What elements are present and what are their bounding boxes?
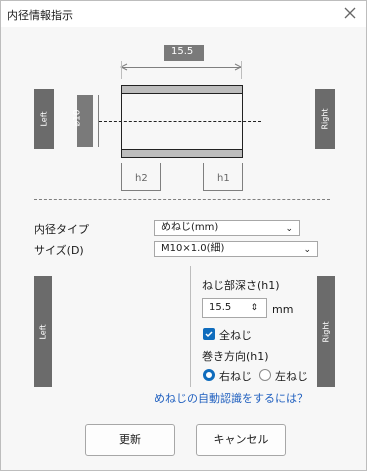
pipe-top-band — [121, 85, 243, 94]
size-label: サイズ(D) — [34, 244, 84, 257]
left-panel: Left — [34, 276, 52, 387]
right-panel: Right — [317, 276, 335, 387]
titlebar: 内径情報指示 — [1, 1, 366, 27]
stepper-arrows-icon: ⇕ — [250, 303, 258, 313]
full-thread-checkbox[interactable] — [203, 328, 215, 340]
type-value: めねじ(mm) — [161, 222, 219, 233]
left-side-label: Left — [34, 89, 54, 149]
check-icon — [205, 331, 213, 338]
auto-detect-help-link[interactable]: めねじの自動認識をするには？ — [154, 390, 308, 406]
direction-label: 巻き方向(h1) — [202, 350, 269, 363]
panel-divider — [190, 266, 191, 387]
h2-label: h2 — [135, 173, 148, 184]
right-thread-label: 右ねじ — [219, 370, 252, 383]
size-select[interactable]: M10×1.0(細) ⌄ — [154, 241, 318, 257]
depth-label: ねじ部深さ(h1) — [202, 279, 280, 292]
diagram: Left Right 15.5 ⌀10 h2 h1 — [1, 27, 366, 202]
update-button[interactable]: 更新 — [85, 424, 175, 456]
h1-label: h1 — [217, 173, 230, 184]
diameter-value: ⌀10 — [72, 109, 83, 127]
type-label: 内径タイプ — [34, 223, 89, 236]
length-dimension-line — [121, 67, 241, 68]
pipe-bottom-band — [121, 149, 243, 158]
type-select[interactable]: めねじ(mm) ⌄ — [154, 220, 300, 236]
full-thread-label: 全ねじ — [219, 329, 252, 342]
separator-line — [34, 199, 330, 200]
depth-unit: mm — [272, 303, 294, 316]
chevron-down-icon: ⌄ — [285, 224, 293, 234]
cancel-button[interactable]: キャンセル — [196, 424, 286, 456]
right-side-label: Right — [315, 89, 335, 149]
left-extension-line — [121, 61, 122, 79]
depth-stepper[interactable]: 15.5 ⇕ — [202, 298, 267, 318]
size-value: M10×1.0(細) — [161, 243, 225, 254]
close-icon[interactable] — [342, 5, 358, 21]
right-thread-radio[interactable] — [203, 369, 215, 381]
left-thread-label: 左ねじ — [275, 370, 308, 383]
dialog-title: 内径情報指示 — [7, 9, 73, 22]
left-thread-radio[interactable] — [259, 369, 271, 381]
right-extension-line — [241, 61, 242, 79]
depth-value: 15.5 — [209, 302, 232, 313]
dialog: 内径情報指示 Left Right 15.5 ⌀10 h2 h1 内径タイプ め… — [0, 0, 367, 471]
centerline — [99, 121, 261, 122]
length-value: 15.5 — [171, 46, 194, 57]
chevron-down-icon: ⌄ — [303, 245, 311, 255]
diameter-line — [98, 95, 99, 147]
